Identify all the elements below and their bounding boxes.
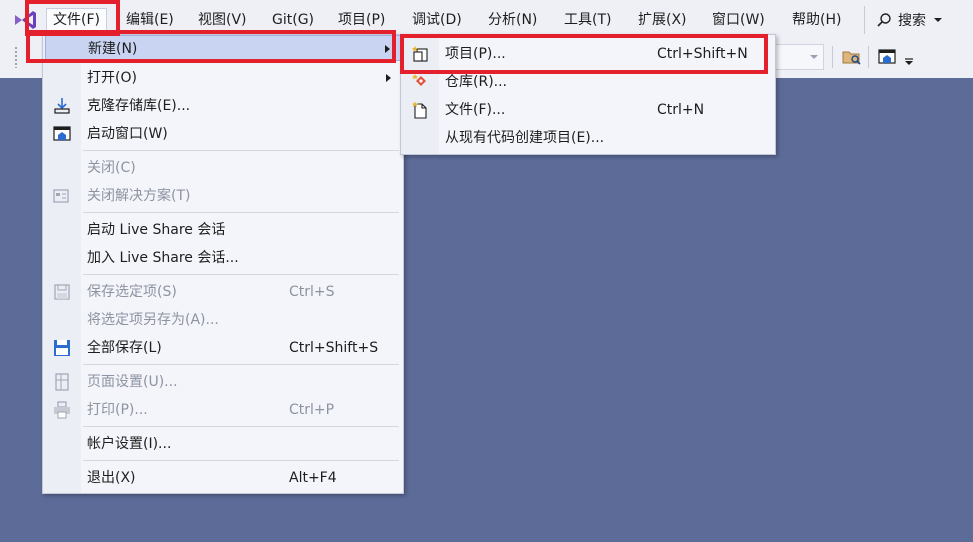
clone-download-icon (54, 98, 70, 114)
menu-item-label: 加入 Live Share 会话... (87, 250, 239, 266)
menu-item-start-live-share[interactable]: 启动 Live Share 会话 (45, 217, 401, 243)
menu-item-label: 帐户设置(I)... (87, 436, 172, 452)
menu-item-label: 打开(O) (87, 70, 137, 86)
menu-item-label: 全部保存(L) (87, 340, 162, 356)
save-icon (54, 284, 70, 300)
menu-item-label: 保存选定项(S) (87, 284, 177, 300)
new-project-icon (412, 46, 428, 62)
menu-item-shortcut: Ctrl+Shift+S (289, 340, 379, 356)
search-label: 搜索 (898, 13, 926, 29)
menu-item-label: 项目(P)... (445, 46, 506, 62)
menu-analyze[interactable]: 分析(N) (482, 8, 543, 32)
submenu-arrow-icon (386, 74, 391, 82)
menu-project[interactable]: 项目(P) (332, 8, 391, 32)
submenu-item-new-repository[interactable]: 仓库(R)... (403, 69, 773, 95)
visual-studio-logo-icon (15, 11, 36, 29)
menu-separator (83, 212, 399, 213)
file-menu-dropdown: 新建(N) 打开(O) 克隆存储库(E)... 启动窗口(W) 关闭(C) 关闭… (42, 34, 404, 494)
new-repository-icon (412, 74, 426, 86)
menubar-separator (864, 6, 865, 34)
menu-item-page-setup[interactable]: 页面设置(U)... (45, 369, 401, 395)
menu-view[interactable]: 视图(V) (192, 8, 253, 32)
menu-item-label: 页面设置(U)... (87, 374, 178, 390)
menu-item-save-selected[interactable]: 保存选定项(S) Ctrl+S (45, 279, 401, 305)
toolbar-overflow-icon[interactable] (903, 47, 915, 67)
menu-edit[interactable]: 编辑(E) (120, 8, 180, 32)
menu-item-account-settings[interactable]: 帐户设置(I)... (45, 431, 401, 457)
menu-git[interactable]: Git(G) (266, 8, 320, 32)
menu-item-label: 退出(X) (87, 470, 136, 486)
menu-item-shortcut: Ctrl+S (289, 284, 335, 300)
menu-separator (83, 364, 399, 365)
menu-item-label: 将选定项另存为(A)... (87, 312, 219, 328)
page-setup-icon (55, 373, 69, 391)
menu-help[interactable]: 帮助(H) (786, 8, 847, 32)
submenu-arrow-icon (385, 45, 390, 53)
menu-item-shortcut: Ctrl+P (289, 402, 335, 418)
toolbar-grip[interactable] (14, 46, 18, 68)
menu-item-label: 从现有代码创建项目(E)... (445, 130, 605, 146)
start-window-icon (53, 126, 71, 141)
toolbar-separator (832, 46, 833, 68)
menu-window[interactable]: 窗口(W) (706, 8, 771, 32)
chevron-down-icon (810, 55, 818, 59)
menu-item-join-live-share[interactable]: 加入 Live Share 会话... (45, 245, 401, 271)
menu-item-label: 仓库(R)... (445, 74, 508, 90)
menu-item-shortcut: Ctrl+Shift+N (657, 46, 748, 62)
menu-item-clone-repository[interactable]: 克隆存储库(E)... (45, 93, 401, 119)
new-submenu: 项目(P)... Ctrl+Shift+N 仓库(R)... 文件(F)... … (400, 34, 776, 155)
menu-item-exit[interactable]: 退出(X) Alt+F4 (45, 465, 401, 491)
menu-item-open[interactable]: 打开(O) (45, 65, 401, 91)
menu-extensions[interactable]: 扩展(X) (632, 8, 693, 32)
chevron-down-icon (934, 18, 942, 22)
menu-item-label: 打印(P)... (87, 402, 148, 418)
menu-item-label: 文件(F)... (445, 102, 506, 118)
close-solution-icon (53, 189, 69, 203)
submenu-item-project-from-existing-code[interactable]: 从现有代码创建项目(E)... (403, 125, 773, 151)
menu-debug[interactable]: 调试(D) (406, 8, 468, 32)
menu-item-label: 关闭(C) (87, 160, 136, 176)
submenu-item-new-file[interactable]: 文件(F)... Ctrl+N (403, 97, 773, 123)
menu-item-label: 关闭解决方案(T) (87, 188, 191, 204)
menu-item-shortcut: Alt+F4 (289, 470, 337, 486)
menu-separator (83, 150, 399, 151)
search-button[interactable]: 搜索 (876, 8, 950, 32)
menu-separator (83, 426, 399, 427)
save-all-icon (54, 340, 70, 356)
menu-item-close[interactable]: 关闭(C) (45, 155, 401, 181)
menu-item-print[interactable]: 打印(P)... Ctrl+P (45, 397, 401, 423)
menu-item-save-all[interactable]: 全部保存(L) Ctrl+Shift+S (45, 335, 401, 361)
menu-item-label: 新建(N) (88, 41, 138, 57)
menu-item-close-solution[interactable]: 关闭解决方案(T) (45, 183, 401, 209)
search-icon (877, 13, 891, 27)
menu-item-label: 启动窗口(W) (87, 126, 168, 142)
menu-item-shortcut: Ctrl+N (657, 102, 705, 118)
start-window-icon[interactable] (877, 47, 897, 67)
menu-item-new[interactable]: 新建(N) (45, 35, 401, 61)
menu-item-start-window[interactable]: 启动窗口(W) (45, 121, 401, 147)
menu-item-label: 克隆存储库(E)... (87, 98, 191, 114)
menu-tools[interactable]: 工具(T) (558, 8, 617, 32)
menu-separator (83, 460, 399, 461)
new-file-icon (412, 101, 427, 119)
menu-item-label: 启动 Live Share 会话 (87, 222, 226, 238)
toolbar-combobox[interactable] (770, 44, 824, 70)
toolbar-separator (868, 46, 869, 68)
menu-separator (83, 274, 399, 275)
menu-item-save-as[interactable]: 将选定项另存为(A)... (45, 307, 401, 333)
printer-icon (54, 401, 70, 419)
submenu-item-new-project[interactable]: 项目(P)... Ctrl+Shift+N (403, 41, 773, 67)
open-folder-icon[interactable] (842, 47, 862, 67)
menu-file[interactable]: 文件(F) (46, 8, 107, 32)
